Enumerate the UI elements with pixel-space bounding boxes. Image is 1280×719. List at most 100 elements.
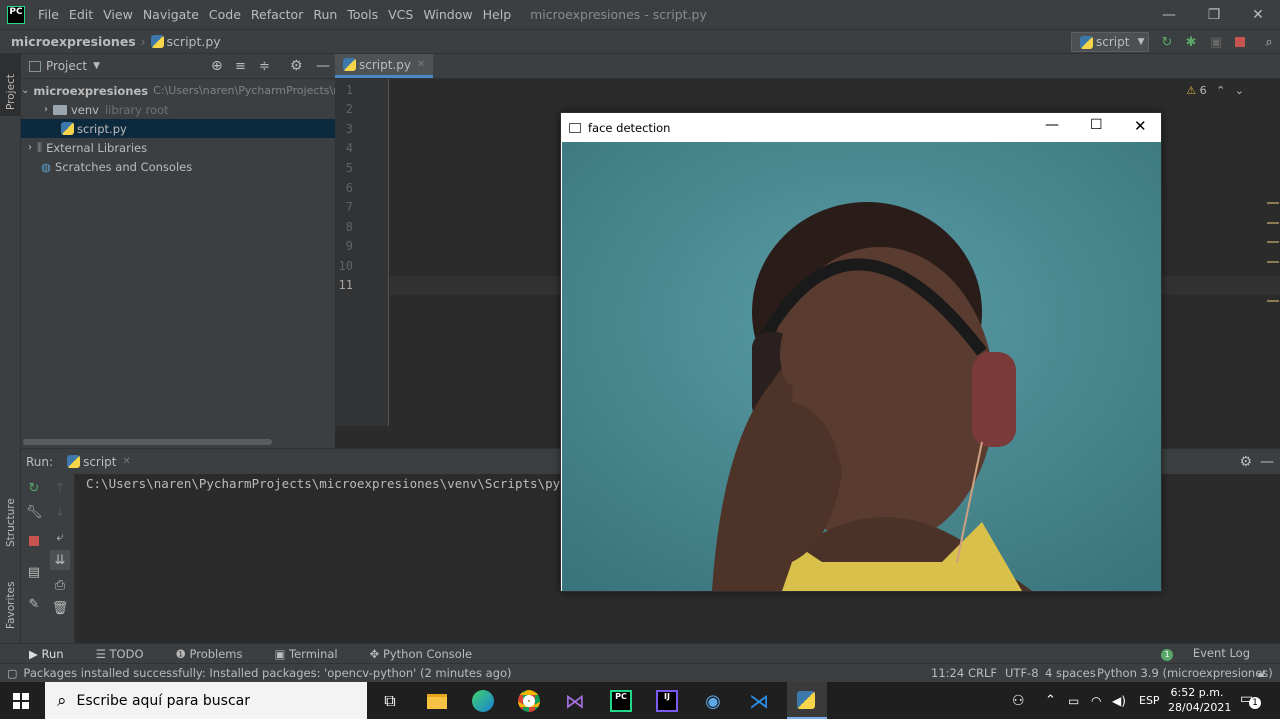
python-taskbar-icon[interactable] <box>787 682 827 719</box>
volume-icon[interactable]: ◀︎) <box>1112 694 1126 708</box>
minimize-button[interactable]: — <box>1146 0 1192 29</box>
wifi-icon[interactable]: ◠ <box>1091 694 1101 708</box>
down-arrow-icon[interactable]: ↓ <box>50 502 70 522</box>
menu-refactor[interactable]: Refactor <box>246 0 308 29</box>
hide-icon[interactable]: — <box>316 58 330 74</box>
tab-script-py[interactable]: script.py ✕ <box>335 54 434 78</box>
event-log-button[interactable]: 1 Event Log <box>1161 646 1266 661</box>
error-stripe-mark[interactable] <box>1267 222 1279 224</box>
tree-external-libraries[interactable]: › ⫼ External Libraries <box>21 138 335 157</box>
locate-icon[interactable]: ⊕ <box>211 58 223 74</box>
chrome-icon[interactable] <box>514 686 544 716</box>
battery-icon[interactable]: ▭ <box>1068 694 1079 708</box>
vscode-icon[interactable]: ⋊ <box>744 686 774 716</box>
cv-maximize-button[interactable]: ☐ <box>1090 117 1103 133</box>
project-tool-button[interactable]: Project <box>5 74 17 110</box>
windows-start-button[interactable] <box>6 686 36 716</box>
language-indicator[interactable]: ESP <box>1139 694 1160 707</box>
terminal-tool-button[interactable]: ▣ Terminal <box>275 647 354 661</box>
scroll-to-end-icon[interactable]: ⇊ <box>50 550 70 570</box>
chevron-down-icon[interactable]: ⌄ <box>1235 84 1244 97</box>
cv-window-titlebar[interactable]: face detection — ☐ ✕ <box>561 113 1161 142</box>
pycharm-taskbar-icon[interactable]: PC <box>606 686 636 716</box>
file-explorer-icon[interactable] <box>422 686 452 716</box>
trash-icon[interactable]: 🗑︎ <box>50 598 70 618</box>
soft-wrap-icon[interactable]: ⤶ <box>50 527 70 547</box>
intellij-icon[interactable]: IJ <box>652 686 682 716</box>
chevron-right-icon[interactable]: › <box>23 142 37 153</box>
breadcrumb-project[interactable]: microexpresiones <box>11 34 136 49</box>
project-view-select[interactable]: Project <box>46 59 87 73</box>
chevron-up-icon[interactable]: ⌃ <box>1045 693 1056 708</box>
menu-edit[interactable]: Edit <box>64 0 98 29</box>
line-separator[interactable]: CRLF <box>968 666 997 680</box>
clock[interactable]: 6:52 p.m. 28/04/2021 <box>1168 685 1231 715</box>
tree-scratches[interactable]: ◍ Scratches and Consoles <box>21 157 335 176</box>
error-stripe-mark[interactable] <box>1267 241 1279 243</box>
indent-setting[interactable]: 4 spaces <box>1045 666 1096 680</box>
close-tab-icon[interactable]: ✕ <box>417 59 425 70</box>
menu-navigate[interactable]: Navigate <box>138 0 204 29</box>
run-tool-button[interactable]: ▶ Run <box>29 647 80 661</box>
close-tab-icon[interactable]: ✕ <box>123 456 131 467</box>
run-tab-script[interactable]: script <box>83 455 116 469</box>
favorites-tool-button[interactable]: Favorites <box>5 582 17 629</box>
notification-center-icon[interactable]: ▭ 1 <box>1240 691 1261 709</box>
layout-icon[interactable]: ▤ <box>24 562 44 582</box>
error-stripe-mark[interactable] <box>1267 300 1279 302</box>
horizontal-scrollbar[interactable] <box>23 439 272 445</box>
expand-all-icon[interactable]: ≡ <box>235 59 246 74</box>
tree-root-folder[interactable]: ⌄ microexpresiones C:\Users\naren\Pychar… <box>21 81 344 100</box>
rerun-icon[interactable]: ↻ <box>24 478 44 498</box>
menu-vcs[interactable]: VCS <box>383 0 418 29</box>
stop-icon[interactable] <box>24 531 44 551</box>
taskbar-search[interactable]: ⌕ Escribe aquí para buscar <box>45 682 367 719</box>
tree-script-file[interactable]: script.py <box>21 119 335 138</box>
edge-icon[interactable] <box>468 686 498 716</box>
menu-view[interactable]: View <box>98 0 138 29</box>
status-toggle-icon[interactable]: ▢ <box>7 667 17 680</box>
pin-icon[interactable]: ✎ <box>24 594 44 614</box>
rerun-icon[interactable]: ↻ <box>1159 34 1175 50</box>
stop-icon[interactable] <box>1232 34 1248 50</box>
maximize-button[interactable]: ❐ <box>1191 0 1237 29</box>
menu-code[interactable]: Code <box>204 0 246 29</box>
menu-file[interactable]: File <box>33 0 64 29</box>
menu-run[interactable]: Run <box>308 0 342 29</box>
debug-icon[interactable]: ✱ <box>1183 34 1199 50</box>
todo-tool-button[interactable]: ☰ TODO <box>96 647 160 661</box>
lock-icon[interactable]: 🔓︎ <box>1258 666 1265 681</box>
problems-tool-button[interactable]: ❶ Problems <box>176 647 259 661</box>
run-config-select[interactable]: script ▼ <box>1071 32 1149 52</box>
error-stripe-mark[interactable] <box>1267 202 1279 204</box>
chevron-right-icon[interactable]: › <box>39 104 53 115</box>
python-console-tool-button[interactable]: ✥ Python Console <box>370 647 488 661</box>
network-app-icon[interactable]: ◉ <box>698 686 728 716</box>
people-icon[interactable]: ⚇ <box>1012 693 1025 709</box>
gear-icon[interactable]: ⚙ <box>290 58 303 74</box>
hide-icon[interactable]: — <box>1260 454 1274 470</box>
menu-help[interactable]: Help <box>478 0 517 29</box>
file-encoding[interactable]: UTF-8 <box>1005 666 1039 680</box>
gear-icon[interactable]: ⚙ <box>1239 454 1252 470</box>
coverage-icon[interactable]: ▣ <box>1208 34 1224 50</box>
cv-minimize-button[interactable]: — <box>1045 117 1059 133</box>
menu-window[interactable]: Window <box>418 0 477 29</box>
visual-studio-icon[interactable]: ⋈ <box>560 686 590 716</box>
warnings-indicator[interactable]: ⚠ 6 ⌃ ⌄ <box>1186 84 1244 97</box>
error-stripe-mark[interactable] <box>1267 261 1279 263</box>
chevron-down-icon[interactable]: ⌄ <box>21 85 29 96</box>
up-arrow-icon[interactable]: ↑ <box>50 478 70 498</box>
python-interpreter[interactable]: Python 3.9 (microexpresiones) <box>1097 666 1273 680</box>
structure-tool-button[interactable]: Structure <box>5 498 17 547</box>
print-icon[interactable]: ⎙ <box>50 575 70 595</box>
caret-position[interactable]: 11:24 <box>931 666 964 680</box>
collapse-all-icon[interactable]: ≑ <box>259 59 270 74</box>
chevron-up-icon[interactable]: ⌃ <box>1216 84 1225 97</box>
breadcrumb-file[interactable]: script.py <box>167 34 221 49</box>
chevron-down-icon[interactable]: ▼ <box>93 61 100 71</box>
tree-venv-folder[interactable]: › venv library root <box>21 100 335 119</box>
close-button[interactable]: ✕ <box>1235 0 1280 29</box>
task-view-icon[interactable]: ⧉ <box>375 686 405 716</box>
search-icon[interactable]: ⌕ <box>1261 34 1277 50</box>
